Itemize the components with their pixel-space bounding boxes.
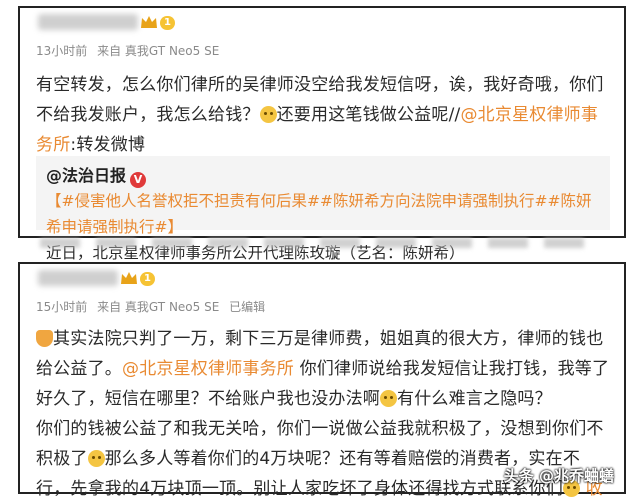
username-blurred bbox=[38, 270, 118, 286]
post-text-part: 还要用这笔钱做公益呢// bbox=[276, 105, 461, 125]
post-time: 15小时前 bbox=[36, 300, 88, 314]
hashtag-links[interactable]: 【#侵害他人名誉权拒不担责有何后果##陈妍希方向法院申请强制执行##陈妍希申请强… bbox=[46, 192, 591, 236]
watermark: 头条 @兆乔蛐蟮 bbox=[503, 467, 614, 485]
post-time: 13小时前 bbox=[36, 44, 88, 58]
post-header: 1 bbox=[20, 8, 624, 42]
emoji-icon bbox=[87, 450, 105, 467]
level-badge: 1 bbox=[140, 272, 155, 286]
post-text: 有空转发，怎么你们律所的吴律师没空给我发短信呀，诶，我好奇哦，你们不给我发账户，… bbox=[36, 70, 610, 160]
post-card-1: 1 13小时前 来自 真我GT Neo5 SE 有空转发，怎么你们律所的吴律师没… bbox=[18, 6, 626, 262]
verified-icon: V bbox=[130, 172, 147, 188]
blurred-divider bbox=[40, 238, 600, 248]
post-meta: 15小时前 来自 真我GT Neo5 SE 已编辑 bbox=[36, 298, 624, 316]
quote-text: 【#侵害他人名誉权拒不担责有何后果##陈妍希方向法院申请强制执行##陈妍希申请强… bbox=[46, 188, 600, 266]
post-text-part: 有什么难言之隐吗？ bbox=[397, 389, 552, 409]
crown-icon bbox=[141, 16, 157, 28]
fox-emoji-icon bbox=[36, 330, 53, 347]
quote-author[interactable]: @法治日报 V bbox=[46, 164, 600, 188]
post-text-part: :转发微博 bbox=[70, 135, 146, 155]
emoji-icon bbox=[380, 390, 397, 407]
quote-author-name[interactable]: @法治日报 bbox=[46, 166, 126, 185]
post-source: 来自 真我GT Neo5 SE bbox=[97, 44, 220, 58]
level-badge: 1 bbox=[160, 16, 175, 30]
username-blurred bbox=[38, 14, 138, 30]
post-text-part: 那么多人等着你们的4万块呢？还有等着赔偿的消费者，实在不行，先拿我的4万块顶一顶… bbox=[36, 449, 581, 499]
quoted-post[interactable]: @法治日报 V 【#侵害他人名誉权拒不担责有何后果##陈妍希方向法院申请强制执行#… bbox=[36, 156, 610, 262]
post-meta: 13小时前 来自 真我GT Neo5 SE bbox=[36, 42, 624, 60]
post-source: 来自 真我GT Neo5 SE bbox=[97, 300, 220, 314]
post-edited: 已编辑 bbox=[229, 300, 266, 314]
emoji-icon bbox=[259, 106, 277, 123]
crown-icon bbox=[121, 272, 137, 284]
post-header: 1 bbox=[20, 264, 624, 298]
mention-link[interactable]: @北京星权律师事务所 bbox=[122, 359, 294, 379]
post-card-2: 1 15小时前 来自 真我GT Neo5 SE 已编辑 其实法院只判了一万，剩下… bbox=[18, 262, 626, 499]
